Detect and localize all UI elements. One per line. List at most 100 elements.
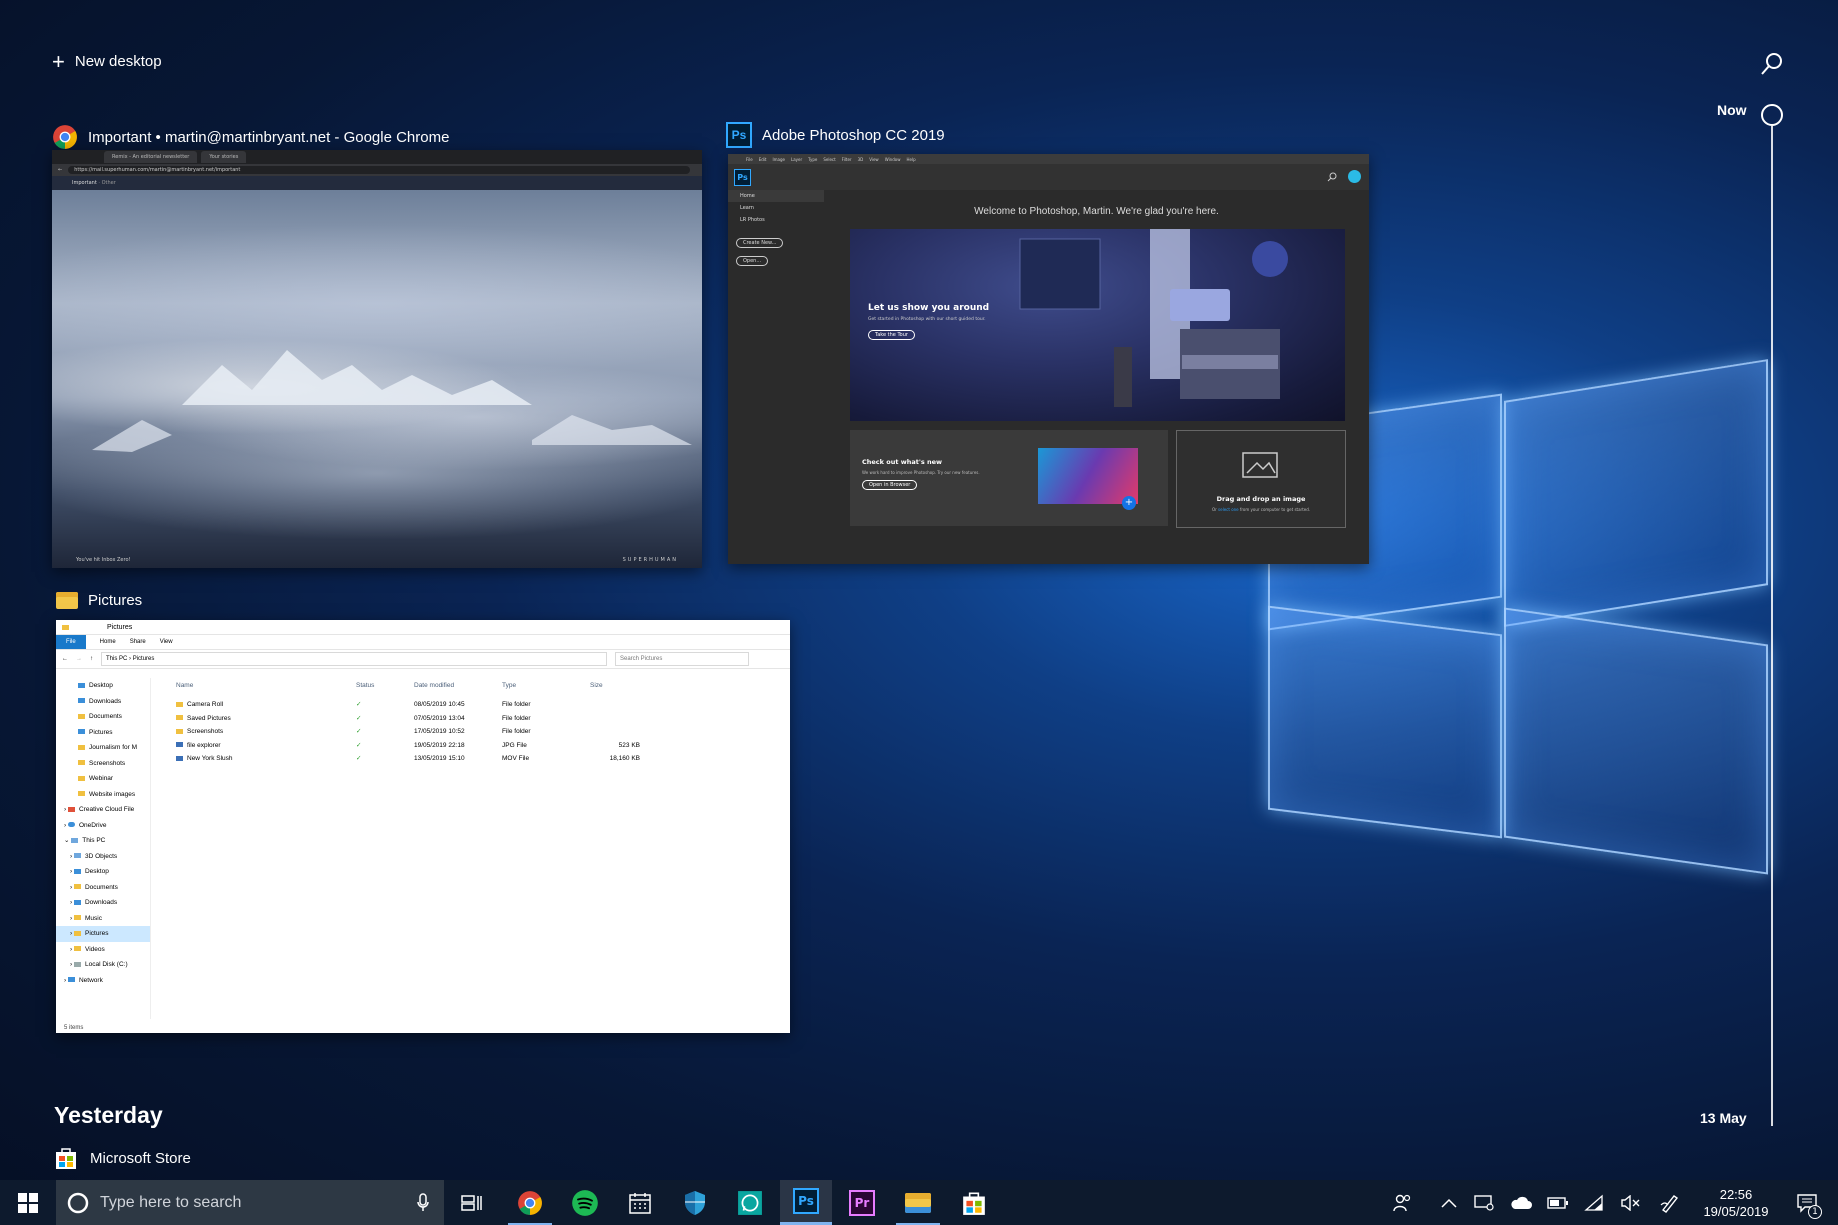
chrome-window-thumbnail[interactable]: Remix - An editorial newsletter Your sto… <box>52 150 702 568</box>
nav-item[interactable]: Website images <box>56 787 150 803</box>
table-row[interactable]: New York Slush ✓ 13/05/2019 15:10 MOV Fi… <box>164 752 790 766</box>
taskbar-premiere[interactable]: Pr <box>836 1180 888 1225</box>
nav-item[interactable]: Documents <box>56 709 150 725</box>
chrome-address-bar[interactable]: https://mail.superhuman.com/martin@marti… <box>68 166 690 174</box>
tray-clock[interactable]: 22:56 19/05/2019 <box>1696 1180 1776 1225</box>
taskbar-chrome[interactable] <box>504 1180 556 1225</box>
explorer-search-input[interactable]: Search Pictures <box>615 652 749 666</box>
show-hidden-icons-button[interactable] <box>1436 1180 1462 1225</box>
nav-item[interactable]: Desktop <box>56 678 150 694</box>
ribbon-tab-file[interactable]: File <box>56 635 86 649</box>
action-center-button[interactable]: 1 <box>1790 1180 1826 1225</box>
open-button[interactable]: Open... <box>736 256 769 266</box>
timeline-scrollbar[interactable] <box>1771 126 1773 1126</box>
table-row[interactable]: Saved Pictures ✓ 07/05/2019 13:04 File f… <box>164 712 790 726</box>
nav-item-selected[interactable]: › Pictures <box>56 926 150 942</box>
table-row[interactable]: Screenshots ✓ 17/05/2019 10:52 File fold… <box>164 725 790 739</box>
nav-item[interactable]: Journalism for M <box>56 740 150 756</box>
column-header-date[interactable]: Date modified <box>414 678 502 694</box>
nav-item[interactable]: Screenshots <box>56 756 150 772</box>
taskbar-spotify[interactable] <box>559 1180 611 1225</box>
new-desktop-button[interactable]: + New desktop <box>52 50 162 72</box>
nav-item[interactable]: ⌄ This PC <box>56 833 150 849</box>
task-view-button[interactable] <box>446 1180 498 1225</box>
ps-sidebar-lr-photos[interactable]: LR Photos <box>728 214 824 226</box>
path-segment-pictures[interactable]: Pictures <box>133 656 155 662</box>
take-tour-button[interactable]: Take the Tour <box>868 330 915 340</box>
tray-wifi-button[interactable] <box>1580 1180 1608 1225</box>
chrome-tab[interactable]: Your stories <box>201 151 247 163</box>
nav-item[interactable]: › Downloads <box>56 895 150 911</box>
create-new-button[interactable]: Create New... <box>736 238 784 248</box>
ps-sidebar-learn[interactable]: Learn <box>728 202 824 214</box>
search-icon[interactable] <box>1327 172 1337 182</box>
mail-header-left: Important <box>72 180 97 186</box>
timeline-search-button[interactable] <box>1760 52 1784 76</box>
nav-item[interactable]: › Documents <box>56 880 150 896</box>
taskbar-search-box[interactable]: Type here to search <box>56 1180 444 1225</box>
taskbar-whatsapp[interactable] <box>724 1180 776 1225</box>
tray-pen-button[interactable] <box>1656 1180 1684 1225</box>
ps-menu-item[interactable]: Help <box>906 157 915 162</box>
taskbar-photoshop[interactable]: Ps <box>780 1180 832 1225</box>
start-button[interactable] <box>2 1180 54 1225</box>
ps-menu-item[interactable]: Type <box>808 157 817 162</box>
path-segment-this-pc[interactable]: This PC <box>106 656 127 662</box>
microphone-icon[interactable] <box>416 1192 430 1213</box>
ps-menu-item[interactable]: View <box>869 157 879 162</box>
tray-volume-button[interactable] <box>1616 1180 1644 1225</box>
column-header-status[interactable]: Status <box>356 678 414 694</box>
nav-item[interactable]: Webinar <box>56 771 150 787</box>
ps-menu-item[interactable]: 3D <box>858 157 864 162</box>
ps-menu-item[interactable]: Select <box>823 157 835 162</box>
select-one-link[interactable]: select one <box>1218 507 1239 512</box>
ribbon-tab-view[interactable]: View <box>160 639 173 645</box>
nav-item[interactable]: › OneDrive <box>56 818 150 834</box>
ps-sidebar-home[interactable]: Home <box>728 190 824 202</box>
nav-item[interactable]: › Local Disk (C:) <box>56 957 150 973</box>
nav-item[interactable]: › Creative Cloud File <box>56 802 150 818</box>
people-button[interactable] <box>1388 1180 1418 1225</box>
tray-display-button[interactable] <box>1470 1180 1498 1225</box>
column-header-name[interactable]: Name <box>164 678 356 694</box>
nav-item[interactable]: Downloads <box>56 694 150 710</box>
up-icon[interactable]: ↑ <box>90 656 93 662</box>
timeline-activity-microsoft-store[interactable]: Microsoft Store <box>54 1146 191 1170</box>
table-row[interactable]: Camera Roll ✓ 08/05/2019 10:45 File fold… <box>164 698 790 712</box>
ps-menu-item[interactable]: Image <box>772 157 785 162</box>
ps-menu-item[interactable]: Edit <box>759 157 767 162</box>
ps-menu-item[interactable]: File <box>746 157 753 162</box>
chrome-tab[interactable]: Remix - An editorial newsletter <box>104 151 198 163</box>
drag-drop-card[interactable]: Drag and drop an image Or select one fro… <box>1176 430 1346 528</box>
explorer-address-bar[interactable]: This PC › Pictures <box>101 652 607 666</box>
nav-item[interactable]: › Music <box>56 911 150 927</box>
column-header-size[interactable]: Size <box>590 678 640 694</box>
avatar[interactable] <box>1348 170 1361 183</box>
ps-menu-item[interactable]: Window <box>885 157 901 162</box>
taskbar-calendar[interactable] <box>614 1180 666 1225</box>
nav-item[interactable]: › Desktop <box>56 864 150 880</box>
explorer-window-thumbnail[interactable]: Pictures File Home Share View ← → ↑ This… <box>56 620 790 1033</box>
table-row[interactable]: file explorer ✓ 19/05/2019 22:18 JPG Fil… <box>164 739 790 753</box>
tray-battery-button[interactable] <box>1544 1180 1572 1225</box>
timeline-date-marker[interactable]: 13 May <box>1700 1110 1747 1126</box>
nav-item[interactable]: Pictures <box>56 725 150 741</box>
file-type: MOV File <box>502 755 530 762</box>
back-icon[interactable]: ← <box>62 656 68 662</box>
ps-menu-item[interactable]: Filter <box>842 157 852 162</box>
column-header-type[interactable]: Type <box>502 678 590 694</box>
nav-item[interactable]: › 3D Objects <box>56 849 150 865</box>
timeline-scrubber-handle[interactable] <box>1761 104 1783 126</box>
taskbar-defender[interactable] <box>669 1180 721 1225</box>
tray-onedrive-button[interactable] <box>1506 1180 1536 1225</box>
ps-menu-item[interactable]: Layer <box>791 157 802 162</box>
taskbar-store[interactable] <box>948 1180 1000 1225</box>
open-in-browser-button[interactable]: Open in Browser <box>862 480 918 490</box>
forward-icon[interactable]: → <box>76 656 82 662</box>
ribbon-tab-share[interactable]: Share <box>130 639 146 645</box>
nav-item[interactable]: › Videos <box>56 942 150 958</box>
taskbar-file-explorer[interactable] <box>892 1180 944 1225</box>
nav-item[interactable]: › Network <box>56 973 150 989</box>
ribbon-tab-home[interactable]: Home <box>100 639 116 645</box>
photoshop-window-thumbnail[interactable]: File Edit Image Layer Type Select Filter… <box>728 154 1369 564</box>
